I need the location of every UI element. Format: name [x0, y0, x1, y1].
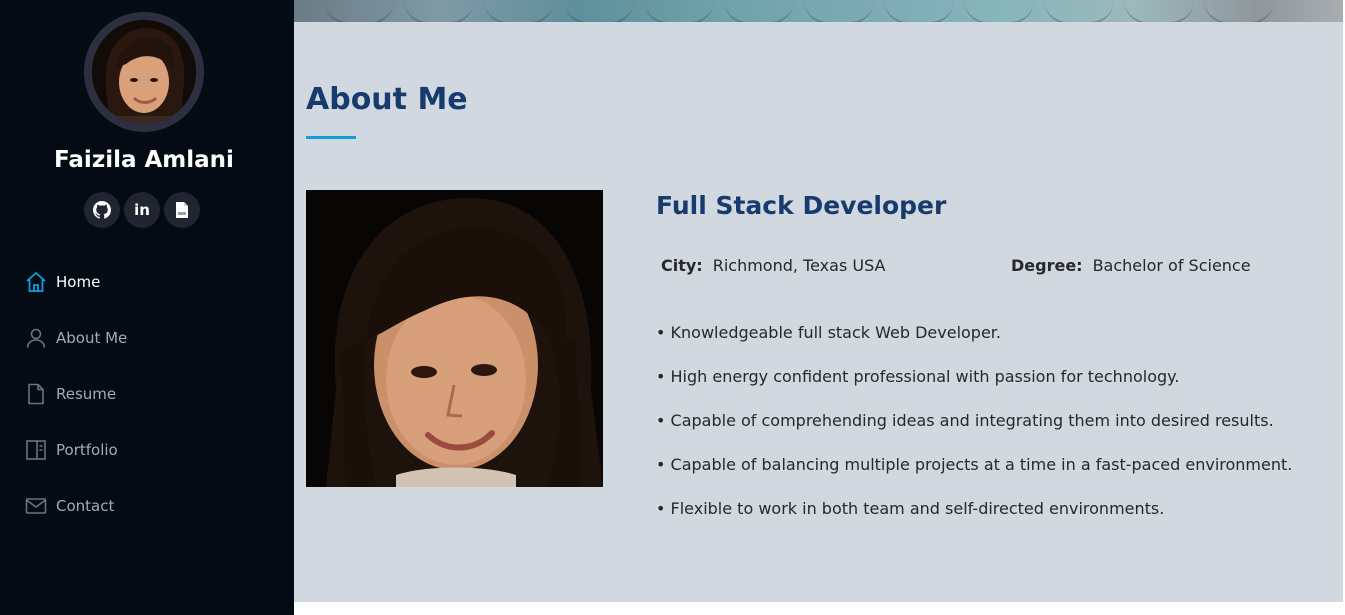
list-item: • Capable of balancing multiple projects…	[656, 455, 1293, 474]
list-item: • Knowledgeable full stack Web Developer…	[656, 323, 1001, 342]
person-icon	[26, 328, 46, 348]
sidebar-nav: Home About Me Resume Portfolio Contact	[0, 254, 294, 534]
profile-name: Faizila Amlani	[54, 147, 234, 173]
nav-item-contact[interactable]: Contact	[0, 478, 294, 534]
list-item: • High energy confident professional wit…	[656, 367, 1180, 386]
about-bullets: • Knowledgeable full stack Web Developer…	[656, 321, 1316, 541]
avatar	[84, 12, 204, 132]
info-city-value: Richmond, Texas USA	[712, 256, 886, 275]
github-icon	[93, 201, 111, 219]
resume-file-button[interactable]	[164, 192, 200, 228]
nav-label-contact: Contact	[56, 497, 115, 515]
info-degree-label: Degree:	[1011, 256, 1083, 275]
about-photo	[306, 190, 603, 487]
envelope-icon	[25, 498, 47, 514]
nav-item-home[interactable]: Home	[0, 254, 294, 310]
info-degree: Degree: Bachelor of Science	[1011, 256, 1251, 275]
hero-image	[294, 0, 1343, 24]
list-item: • Flexible to work in both team and self…	[656, 499, 1165, 518]
info-city-label: City:	[661, 256, 703, 275]
info-degree-value: Bachelor of Science	[1092, 256, 1251, 275]
title-underline	[306, 136, 356, 139]
list-item: • Capable of comprehending ideas and int…	[656, 411, 1274, 430]
file-icon	[28, 383, 44, 405]
nav-label-home: Home	[56, 273, 101, 291]
home-icon	[26, 272, 46, 292]
avatar-image	[92, 20, 196, 124]
sidebar: Faizila Amlani in Home About Me Resume P…	[0, 0, 294, 615]
section-title: About Me	[306, 82, 468, 117]
nav-item-portfolio[interactable]: Portfolio	[0, 422, 294, 478]
about-section: About Me Full Stack Developer City: Richm…	[294, 22, 1343, 602]
portrait-image	[306, 190, 603, 487]
page-bottom	[294, 602, 1343, 615]
nav-item-about[interactable]: About Me	[0, 310, 294, 366]
job-title: Full Stack Developer	[656, 191, 947, 220]
nav-label-portfolio: Portfolio	[56, 441, 118, 459]
info-city: City: Richmond, Texas USA	[661, 256, 885, 275]
nav-label-about: About Me	[56, 329, 128, 347]
linkedin-button[interactable]: in	[124, 192, 160, 228]
nav-item-resume[interactable]: Resume	[0, 366, 294, 422]
portfolio-icon	[26, 440, 46, 460]
file-icon	[176, 202, 188, 218]
github-button[interactable]	[84, 192, 120, 228]
nav-label-resume: Resume	[56, 385, 117, 403]
linkedin-icon: in	[134, 200, 150, 219]
